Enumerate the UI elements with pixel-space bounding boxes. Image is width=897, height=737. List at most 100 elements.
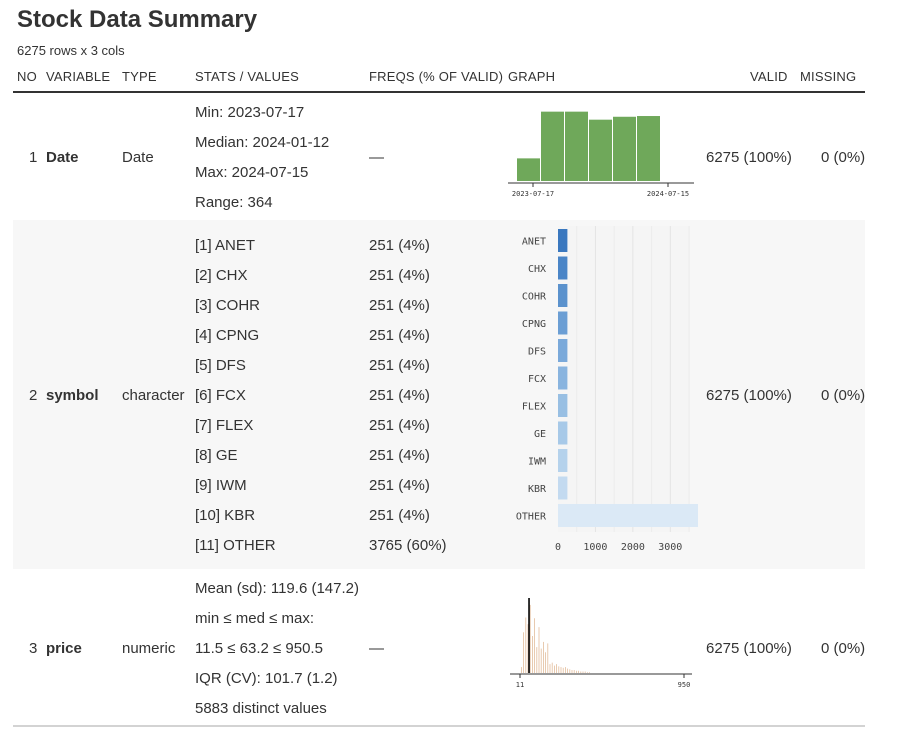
histogram-bar (551, 662, 553, 673)
histogram-bar (576, 670, 577, 673)
x-tick-label: 950 (678, 681, 691, 689)
x-tick-label: 3000 (658, 542, 682, 553)
histogram-bar (580, 671, 582, 673)
row-no: 2 (29, 387, 38, 404)
col-header-valid[interactable]: VALID (750, 69, 788, 84)
histogram-bar (560, 667, 562, 673)
freqs-empty: — (369, 640, 384, 657)
bar-other (558, 504, 698, 527)
category-label: COHR (522, 292, 547, 303)
col-header-variable[interactable]: VARIABLE (46, 69, 110, 84)
col-header-no[interactable]: NO (17, 69, 37, 84)
bar-ge (558, 421, 568, 445)
category-label: DFS (528, 347, 546, 358)
histogram-bar (536, 647, 538, 673)
value-line: [6] FCX (195, 387, 246, 404)
freq-line: 251 (4%) (369, 267, 430, 284)
value-line: [9] IWM (195, 477, 247, 494)
value-line: [2] CHX (195, 267, 248, 284)
bar-anet (558, 229, 568, 252)
histogram-bar (589, 119, 612, 181)
valid-count: 6275 (100%) (706, 640, 792, 657)
col-header-type[interactable]: TYPE (122, 69, 157, 84)
histogram-bar (538, 627, 540, 673)
symbol-bar-chart: ANET CHX COHR CPNG DFS FCX FLEX GE IWM KBR OTHER 0 1… (516, 226, 698, 553)
missing-count: 0 (0%) (821, 387, 866, 404)
bar-fcx (558, 366, 568, 390)
histogram-bar (541, 111, 564, 181)
date-histogram: 2023-07-17 2024-07-15 (508, 111, 694, 198)
bar-flex (558, 394, 568, 417)
valid-count: 6275 (100%) (706, 387, 792, 404)
freq-line: 251 (4%) (369, 507, 430, 524)
variable-type: Date (122, 149, 154, 166)
bar-iwm (558, 449, 568, 472)
bar-cohr (558, 284, 568, 307)
freq-line: 251 (4%) (369, 417, 430, 434)
histogram-bar (582, 671, 584, 673)
freq-line: 251 (4%) (369, 477, 430, 494)
variable-type: numeric (122, 640, 176, 657)
histogram-bar (578, 670, 579, 673)
histogram-bar (554, 665, 555, 673)
value-line: [1] ANET (195, 237, 256, 254)
value-line: [5] DFS (195, 357, 246, 374)
histogram-bar (525, 617, 527, 673)
histogram-bar (569, 669, 571, 673)
histogram-bar (547, 643, 549, 673)
freq-line: 251 (4%) (369, 357, 430, 374)
value-line: [4] CPNG (195, 327, 260, 344)
col-header-graph[interactable]: GRAPH (508, 69, 555, 84)
missing-count: 0 (0%) (821, 149, 866, 166)
missing-count: 0 (0%) (821, 640, 866, 657)
histogram-bar (573, 670, 575, 673)
col-header-freqs[interactable]: FREQS (% OF VALID) (369, 69, 503, 84)
histogram-bar (534, 618, 535, 673)
row-no: 1 (29, 149, 38, 166)
category-label: CHX (528, 264, 546, 275)
category-label: ANET (522, 237, 546, 248)
bar-chx (558, 256, 568, 280)
histogram-bar (517, 158, 540, 181)
histogram-bar (589, 672, 590, 673)
histogram-bar (549, 664, 551, 673)
bar-cpng (558, 311, 568, 335)
table-bottom-rule (13, 725, 865, 727)
histogram-bar (571, 670, 573, 673)
stat-line: Range: 364 (195, 194, 273, 211)
freq-line: 251 (4%) (369, 387, 430, 404)
histogram-bar (613, 116, 636, 181)
stat-line: Min: 2023-07-17 (195, 104, 305, 121)
histogram-bar (529, 604, 531, 673)
histogram-bar (562, 667, 564, 673)
histogram-bar (637, 116, 660, 181)
histogram-bar (543, 641, 544, 673)
col-header-stats[interactable]: STATS / VALUES (195, 69, 299, 84)
histogram-bar (567, 668, 568, 673)
freqs-empty: — (369, 149, 384, 166)
col-header-missing[interactable]: MISSING (800, 69, 856, 84)
value-line: [10] KBR (195, 507, 256, 524)
freq-line: 251 (4%) (369, 447, 430, 464)
histogram-bar (545, 652, 546, 673)
category-label: OTHER (516, 512, 547, 523)
stat-line: min ≤ med ≤ max: (195, 610, 314, 627)
category-label: GE (534, 429, 546, 440)
category-label: FCX (528, 374, 546, 385)
histogram-bar (523, 632, 524, 673)
bar-kbr (558, 476, 568, 500)
variable-name: symbol (46, 387, 99, 404)
stat-line: Mean (sd): 119.6 (147.2) (195, 580, 359, 597)
table-dimensions: 6275 rows x 3 cols (17, 43, 125, 58)
stat-line: Median: 2024-01-12 (195, 134, 330, 151)
variable-name: Date (46, 149, 79, 166)
value-line: [11] OTHER (195, 537, 276, 554)
bar-dfs (558, 339, 568, 362)
histogram-bar (584, 671, 586, 673)
histogram-bar (565, 667, 566, 673)
price-histogram: 11 950 (510, 598, 692, 689)
row-no: 3 (29, 640, 38, 657)
histogram-bar (532, 636, 533, 673)
value-line: [8] GE (195, 447, 238, 464)
value-line: [3] COHR (195, 297, 261, 314)
